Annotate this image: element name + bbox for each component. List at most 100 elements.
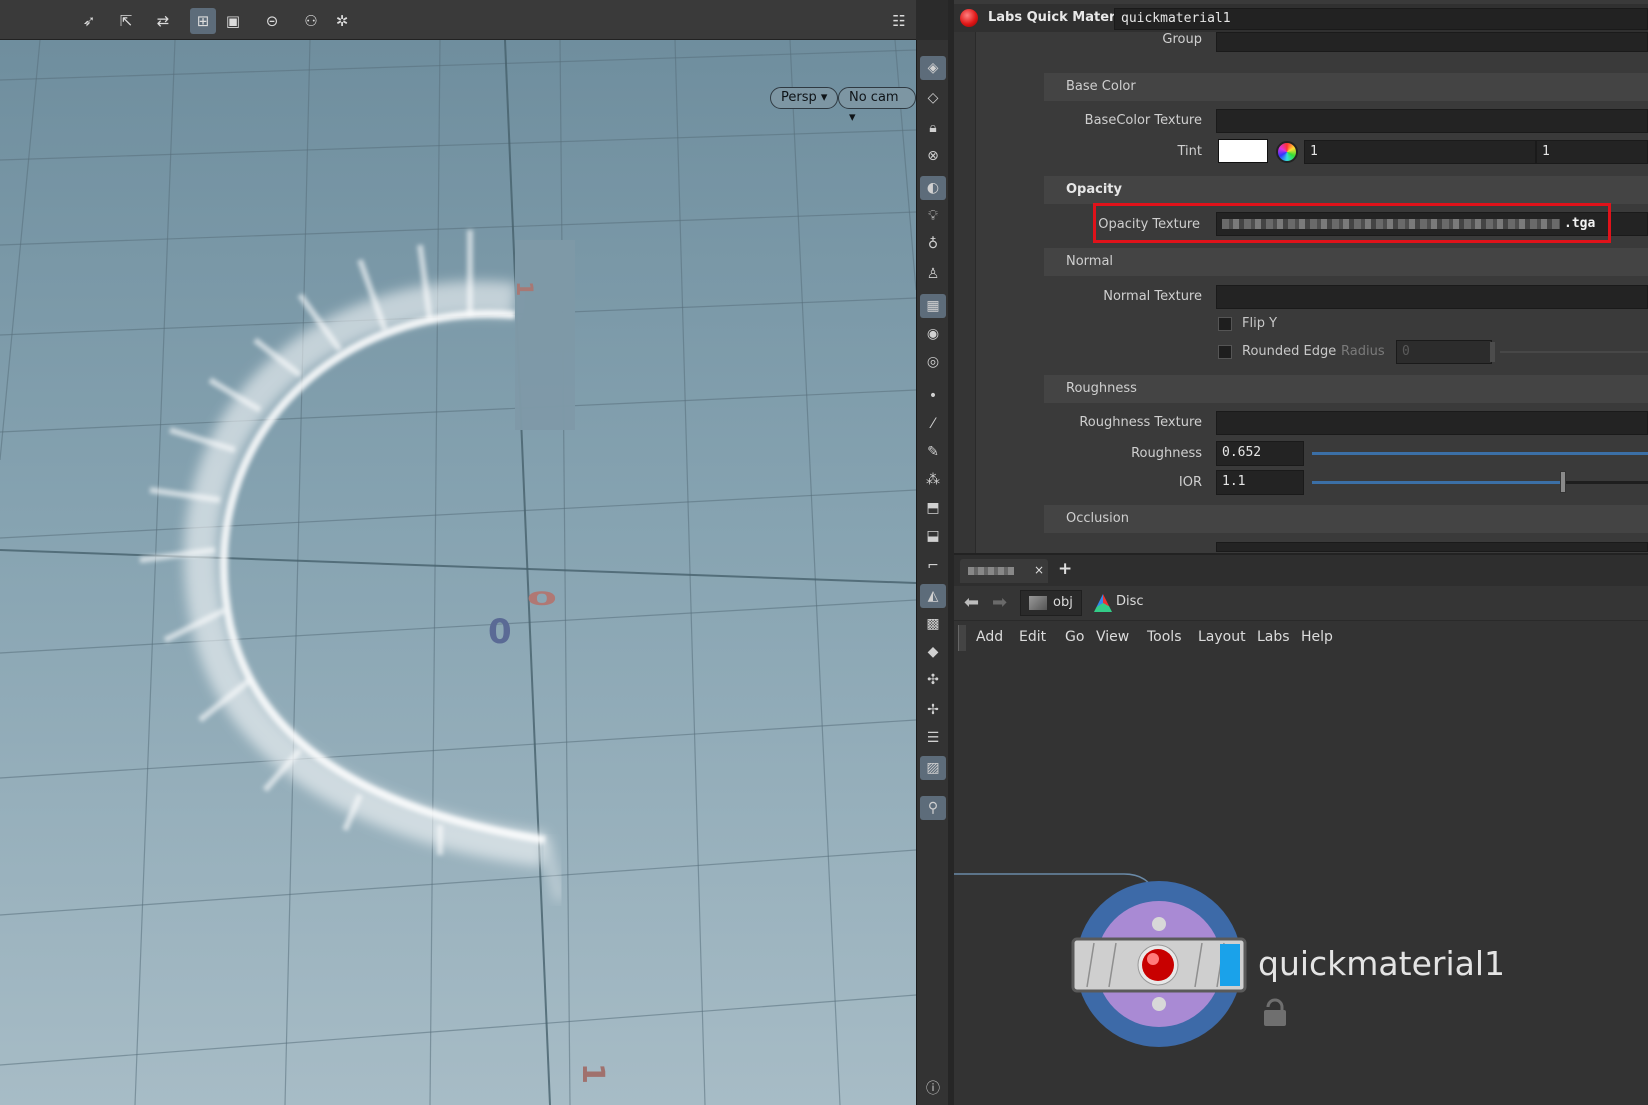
menu-tools[interactable]: Tools (1147, 629, 1182, 645)
menu-edit[interactable]: Edit (1019, 629, 1046, 645)
location-pin-icon[interactable]: ⚲ (920, 796, 946, 820)
occlusion-texture-field[interactable] (1216, 542, 1648, 552)
menu-help[interactable]: Help (1301, 629, 1333, 645)
ior-field[interactable]: 1.1 (1216, 470, 1304, 495)
rounded-edge-checkbox[interactable] (1218, 345, 1232, 359)
menu-labs[interactable]: Labs (1257, 629, 1290, 645)
ior-slider-track[interactable] (1312, 481, 1562, 484)
folder-occlusion[interactable]: Occlusion (1044, 505, 1648, 533)
menu-layout[interactable]: Layout (1198, 629, 1246, 645)
primitive-numbers-icon[interactable]: ⬓ (920, 524, 946, 548)
pick-tool-icon[interactable]: ⇱ (113, 8, 139, 34)
radius-slider-track[interactable] (1500, 351, 1648, 353)
shade-mode-icon[interactable]: ◇ (920, 86, 946, 110)
node-name-label[interactable]: quickmaterial1 (1258, 944, 1505, 983)
opacity-texture-field[interactable]: .tga (1216, 212, 1648, 236)
snapping-icon[interactable]: ⊞ (190, 8, 216, 34)
roughness-texture-field[interactable] (1216, 411, 1648, 435)
stop-icon[interactable]: ⊝ (259, 8, 285, 34)
camera-menu-button[interactable]: No cam ▾ (838, 87, 916, 125)
close-icon[interactable]: × (1034, 563, 1044, 577)
persp-menu-button[interactable]: Persp ▾ (770, 87, 839, 109)
light-bulb-icon[interactable]: 💡︎ (920, 204, 946, 228)
point-numbers-icon[interactable]: ⁂ (920, 468, 946, 492)
tint-g-field[interactable]: 1 (1536, 140, 1648, 164)
breadcrumb-disc[interactable]: Disc (1090, 590, 1152, 616)
normal-texture-label: Normal Texture (1103, 289, 1202, 304)
lock-icon[interactable]: 🔒︎ (920, 116, 946, 140)
flip-y-checkbox[interactable] (1218, 317, 1232, 331)
menu-add[interactable]: Add (976, 629, 1003, 645)
normal-texture-field[interactable] (1216, 285, 1648, 309)
primitive-icon[interactable]: ⬒ (920, 496, 946, 520)
folder-opacity[interactable]: Opacity (1044, 176, 1648, 204)
wireframe-icon[interactable]: ◈ (920, 56, 946, 80)
network-tab[interactable]: × (960, 559, 1048, 583)
roughness-field[interactable]: 0.652 (1216, 441, 1304, 466)
edge-icon[interactable]: ⌐ (920, 554, 946, 578)
network-path-bar: ⬅ ➡ obj Disc (954, 586, 1648, 620)
color-wheel-icon[interactable] (1276, 141, 1298, 163)
lock-icon[interactable] (1264, 998, 1286, 1026)
axis-gizmo-icon[interactable]: ✢ (920, 698, 946, 722)
basecolor-texture-field[interactable] (1216, 109, 1648, 133)
back-arrow-icon[interactable]: ⬅ (964, 592, 979, 613)
radius-label: Radius (1341, 344, 1385, 359)
tint-color-swatch[interactable] (1218, 139, 1268, 163)
node-name-field[interactable]: quickmaterial1 (1114, 8, 1648, 30)
opacity-texture-value: .tga (1564, 216, 1596, 231)
select-tool-icon[interactable]: ➶ (76, 8, 102, 34)
close-circle-icon[interactable]: ⊗ (920, 144, 946, 168)
camera-eye-icon[interactable]: ◎ (920, 350, 946, 374)
secure-selection-icon[interactable]: ▣ (220, 8, 246, 34)
tint-r-field[interactable]: 1 (1304, 140, 1536, 164)
render-icon[interactable]: ⚇ (298, 8, 324, 34)
menu-go[interactable]: Go (1065, 629, 1084, 645)
3d-viewport[interactable]: 0 0 1 1 Persp ▾ No cam ▾ (0, 40, 916, 1105)
group-field[interactable] (1216, 32, 1648, 52)
breadcrumb-obj[interactable]: obj (1020, 590, 1082, 616)
persp-label: Persp (781, 90, 817, 105)
radius-field[interactable]: 0 (1396, 340, 1492, 364)
eye-icon[interactable]: ◉ (920, 322, 946, 346)
material-node[interactable] (1071, 937, 1247, 993)
network-tab-bar: × + (954, 553, 1648, 586)
roughness-texture-label: Roughness Texture (1079, 415, 1202, 430)
light-person-icon[interactable]: ♙ (920, 262, 946, 286)
checker-icon[interactable]: ▩ (920, 612, 946, 636)
map-icon[interactable]: ✣ (920, 668, 946, 692)
pen-icon[interactable]: ✎ (920, 440, 946, 464)
folder-base-color[interactable]: Base Color (1044, 73, 1648, 101)
list-icon[interactable]: ☰ (920, 726, 946, 750)
output-connector[interactable] (1152, 997, 1166, 1011)
redacted-path (1222, 218, 1560, 229)
settings-gear-icon[interactable]: ✲ (329, 8, 355, 34)
headlight-icon[interactable]: ◐ (920, 176, 946, 200)
input-connector[interactable] (1152, 917, 1166, 931)
param-header: Labs Quick Material quickmaterial1 (954, 4, 1648, 32)
diamond-icon[interactable]: ◆ (920, 640, 946, 664)
display-options-icon[interactable]: ☷ (886, 8, 912, 34)
brush-icon[interactable]: ⁄ (920, 412, 946, 436)
menubar-handle[interactable] (958, 625, 966, 651)
radius-slider-handle[interactable] (1490, 342, 1495, 362)
uv-icon[interactable]: ◭ (920, 584, 946, 608)
texture-icon[interactable]: ▦ (920, 294, 946, 318)
transform-tool-icon[interactable]: ⇄ (150, 8, 176, 34)
point-icon[interactable]: • (920, 384, 946, 408)
folder-roughness[interactable]: Roughness (1044, 375, 1648, 403)
material-node-icon (960, 9, 978, 27)
menu-view[interactable]: View (1096, 629, 1129, 645)
forward-arrow-icon[interactable]: ➡ (992, 592, 1007, 613)
network-canvas[interactable]: quickmaterial1 (954, 654, 1648, 1105)
ior-slider-handle[interactable] (1560, 471, 1566, 493)
light-bulb-green-icon[interactable]: ♁ (920, 232, 946, 256)
network-menu-bar: Add Edit Go View Tools Layout Labs Help (954, 620, 1648, 654)
info-icon[interactable]: ⓘ (920, 1076, 946, 1100)
add-tab-icon[interactable]: + (1058, 559, 1072, 579)
background-image-icon[interactable]: ▨ (920, 756, 946, 780)
folder-normal[interactable]: Normal (1044, 248, 1648, 276)
ior-label: IOR (1178, 475, 1202, 490)
group-label: Group (1162, 32, 1202, 47)
roughness-slider-track[interactable] (1312, 452, 1648, 455)
